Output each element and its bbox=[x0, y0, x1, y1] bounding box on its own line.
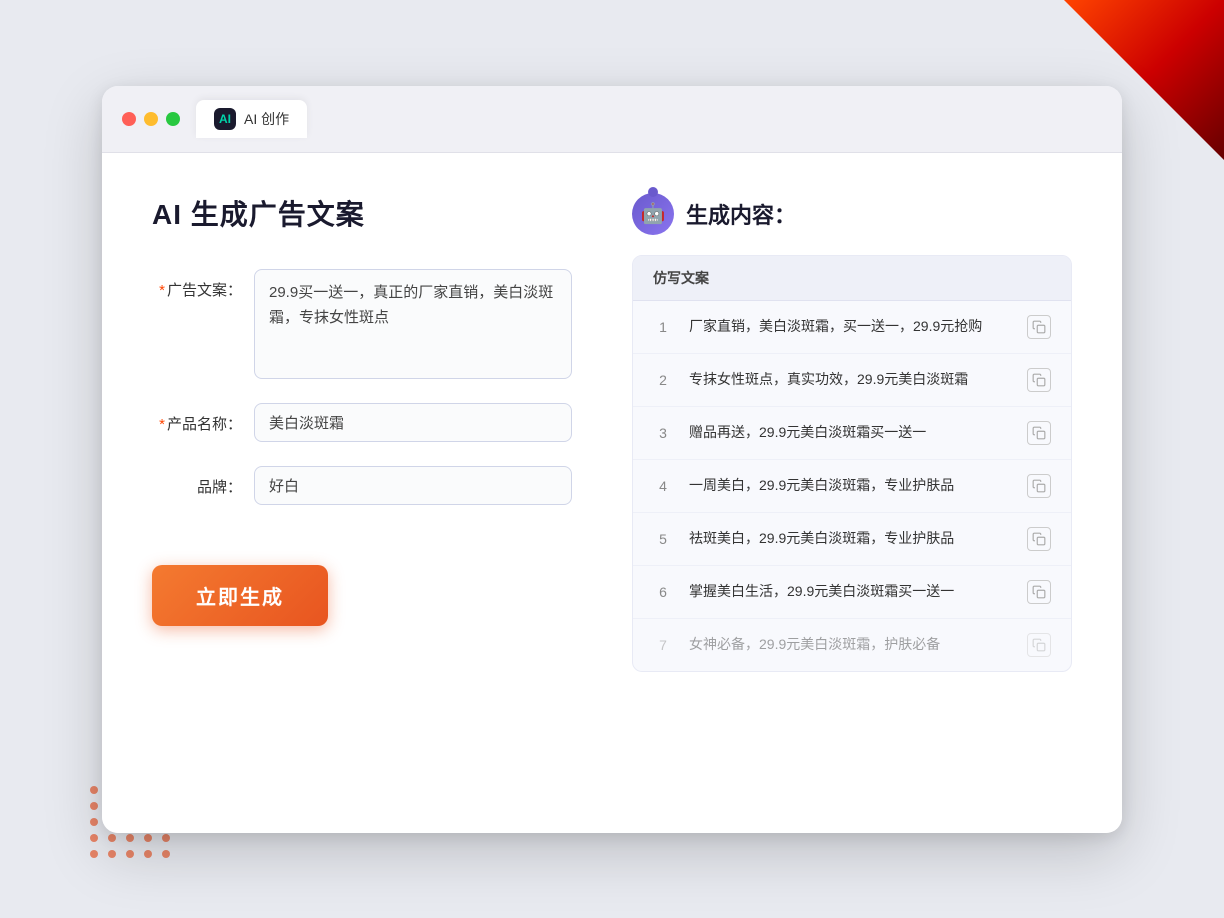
result-text: 女神必备，29.9元美白淡斑霜，护肤必备 bbox=[689, 634, 1011, 655]
results-table: 仿写文案 1 厂家直销，美白淡斑霜，买一送一，29.9元抢购 2 专抹女性斑点，… bbox=[632, 255, 1072, 672]
result-number: 1 bbox=[653, 319, 673, 335]
product-name-row: *产品名称： bbox=[152, 403, 572, 442]
table-row: 5 祛斑美白，29.9元美白淡斑霜，专业护肤品 bbox=[633, 513, 1071, 566]
deco-dot bbox=[90, 802, 98, 810]
result-text: 赠品再送，29.9元美白淡斑霜买一送一 bbox=[689, 422, 1011, 443]
right-panel: 🤖 生成内容： 仿写文案 1 厂家直销，美白淡斑霜，买一送一，29.9元抢购 2… bbox=[632, 193, 1072, 793]
table-row: 1 厂家直销，美白淡斑霜，买一送一，29.9元抢购 bbox=[633, 301, 1071, 354]
traffic-lights bbox=[122, 112, 180, 126]
tab-icon-text: AI bbox=[219, 112, 231, 126]
generate-button[interactable]: 立即生成 bbox=[152, 565, 328, 626]
tab-label: AI 创作 bbox=[244, 109, 289, 129]
browser-content: AI 生成广告文案 *广告文案： 29.9买一送一，真正的厂家直销，美白淡斑霜，… bbox=[102, 153, 1122, 833]
result-text: 厂家直销，美白淡斑霜，买一送一，29.9元抢购 bbox=[689, 316, 1011, 337]
product-name-label: *产品名称： bbox=[152, 403, 242, 434]
deco-dot bbox=[162, 834, 170, 842]
result-text: 祛斑美白，29.9元美白淡斑霜，专业护肤品 bbox=[689, 528, 1011, 549]
copy-button[interactable] bbox=[1027, 527, 1051, 551]
brand-label: 品牌： bbox=[152, 466, 242, 497]
table-row: 6 掌握美白生活，29.9元美白淡斑霜买一送一 bbox=[633, 566, 1071, 619]
browser-tab[interactable]: AI AI 创作 bbox=[196, 100, 307, 138]
copy-button[interactable] bbox=[1027, 580, 1051, 604]
table-row: 7 女神必备，29.9元美白淡斑霜，护肤必备 bbox=[633, 619, 1071, 671]
tab-icon: AI bbox=[214, 108, 236, 130]
table-row: 4 一周美白，29.9元美白淡斑霜，专业护肤品 bbox=[633, 460, 1071, 513]
result-number: 6 bbox=[653, 584, 673, 600]
result-number: 3 bbox=[653, 425, 673, 441]
deco-dot bbox=[144, 834, 152, 842]
result-text: 掌握美白生活，29.9元美白淡斑霜买一送一 bbox=[689, 581, 1011, 602]
deco-dot bbox=[90, 818, 98, 826]
ad-copy-label: *广告文案： bbox=[152, 269, 242, 300]
result-text: 一周美白，29.9元美白淡斑霜，专业护肤品 bbox=[689, 475, 1011, 496]
robot-face: 🤖 bbox=[641, 201, 666, 226]
results-list: 1 厂家直销，美白淡斑霜，买一送一，29.9元抢购 2 专抹女性斑点，真实功效，… bbox=[633, 301, 1071, 671]
required-star-2: * bbox=[159, 416, 165, 433]
robot-icon: 🤖 bbox=[632, 193, 674, 235]
left-panel: AI 生成广告文案 *广告文案： 29.9买一送一，真正的厂家直销，美白淡斑霜，… bbox=[152, 193, 572, 793]
required-star-1: * bbox=[159, 282, 165, 299]
copy-button[interactable] bbox=[1027, 633, 1051, 657]
close-button[interactable] bbox=[122, 112, 136, 126]
browser-window: AI AI 创作 AI 生成广告文案 *广告文案： 29.9买一送一，真正的厂家… bbox=[102, 86, 1122, 833]
ad-copy-row: *广告文案： 29.9买一送一，真正的厂家直销，美白淡斑霜，专抹女性斑点 bbox=[152, 269, 572, 379]
copy-button[interactable] bbox=[1027, 315, 1051, 339]
result-number: 7 bbox=[653, 637, 673, 653]
ad-copy-input[interactable]: 29.9买一送一，真正的厂家直销，美白淡斑霜，专抹女性斑点 bbox=[254, 269, 572, 379]
deco-dot bbox=[108, 834, 116, 842]
deco-dot bbox=[108, 850, 116, 858]
result-header: 🤖 生成内容： bbox=[632, 193, 1072, 235]
deco-dot bbox=[126, 834, 134, 842]
table-row: 2 专抹女性斑点，真实功效，29.9元美白淡斑霜 bbox=[633, 354, 1071, 407]
result-text: 专抹女性斑点，真实功效，29.9元美白淡斑霜 bbox=[689, 369, 1011, 390]
result-number: 5 bbox=[653, 531, 673, 547]
result-title: 生成内容： bbox=[686, 198, 796, 230]
copy-button[interactable] bbox=[1027, 421, 1051, 445]
copy-button[interactable] bbox=[1027, 474, 1051, 498]
brand-row: 品牌： bbox=[152, 466, 572, 505]
result-number: 4 bbox=[653, 478, 673, 494]
result-number: 2 bbox=[653, 372, 673, 388]
maximize-button[interactable] bbox=[166, 112, 180, 126]
copy-button[interactable] bbox=[1027, 368, 1051, 392]
brand-input[interactable] bbox=[254, 466, 572, 505]
deco-dot bbox=[90, 850, 98, 858]
results-table-header: 仿写文案 bbox=[633, 256, 1071, 301]
product-name-input[interactable] bbox=[254, 403, 572, 442]
table-row: 3 赠品再送，29.9元美白淡斑霜买一送一 bbox=[633, 407, 1071, 460]
deco-dot bbox=[90, 786, 98, 794]
deco-dot bbox=[126, 850, 134, 858]
deco-dot bbox=[90, 834, 98, 842]
page-title: AI 生成广告文案 bbox=[152, 193, 572, 233]
minimize-button[interactable] bbox=[144, 112, 158, 126]
browser-titlebar: AI AI 创作 bbox=[102, 86, 1122, 153]
deco-dot bbox=[162, 850, 170, 858]
deco-dot bbox=[144, 850, 152, 858]
